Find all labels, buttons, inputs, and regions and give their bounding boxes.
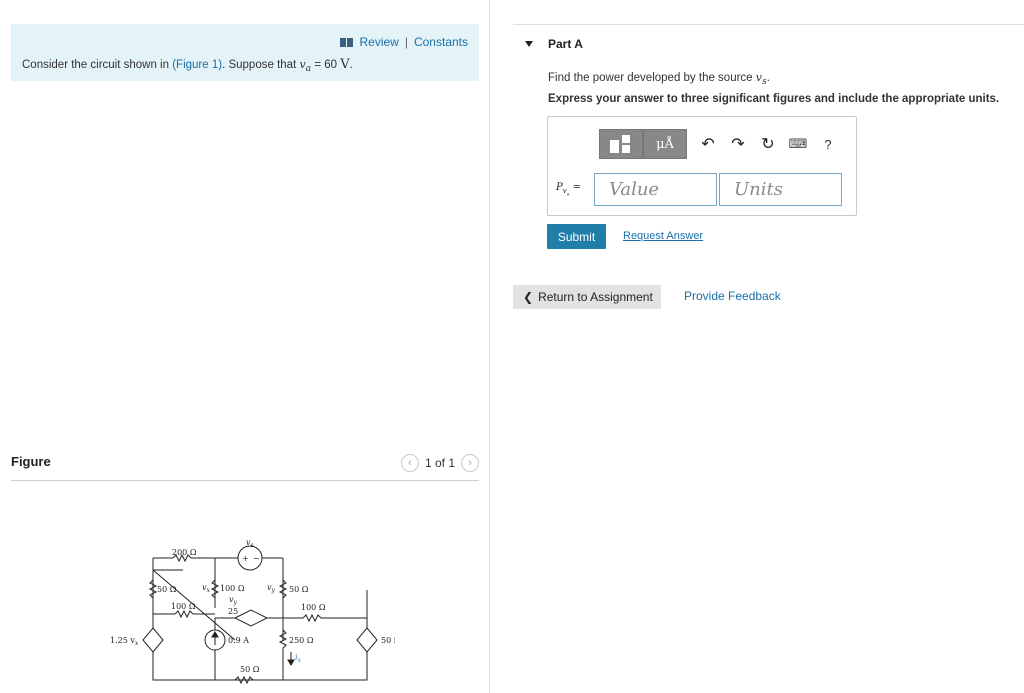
intro-box: Review | Constants Consider the circuit … [11, 24, 479, 81]
label-r100-right: 100 Ω [301, 603, 326, 612]
label-r100-mid: 100 Ω [220, 584, 245, 593]
keyboard-icon[interactable]: ⌨ [783, 129, 813, 159]
figure-link[interactable]: (Figure 1) [172, 59, 222, 71]
label-r250: 250 Ω [289, 636, 314, 645]
units-input[interactable]: Units [719, 173, 842, 206]
source-unit: V [340, 57, 350, 72]
book-icon [340, 37, 354, 47]
figure-pager: ‹ 1 of 1 › [400, 454, 479, 472]
provide-feedback-link[interactable]: Provide Feedback [684, 289, 781, 303]
question-prefix: Find the power developed by the source [548, 72, 753, 84]
chevron-left-icon: ❮ [523, 290, 534, 304]
collapse-triangle-icon[interactable] [525, 41, 533, 47]
label-r50-right: 50 Ω [289, 585, 309, 594]
label-vy-frac: vy [229, 595, 238, 606]
label-vs-plus: + [242, 554, 249, 563]
intro-mid: . Suppose that [222, 59, 297, 71]
constants-link[interactable]: Constants [414, 35, 468, 49]
source-variable: va [299, 58, 312, 75]
intro-end: . [349, 59, 353, 71]
label-vs: vs [246, 538, 254, 549]
label-r100-left: 100 Ω [171, 602, 196, 611]
pager-text: 1 of 1 [424, 456, 455, 470]
part-title: Part A [548, 37, 583, 51]
answer-panel: Part A Find the power developed by the s… [513, 0, 1024, 693]
label-r50-bottom: 50 Ω [240, 665, 260, 674]
label-r50-left: 50 Ω [157, 585, 177, 594]
label-frac-den: 25 [228, 607, 238, 616]
figure-title: Figure [11, 454, 51, 469]
label-current-src: 0.9 A [228, 636, 249, 645]
answer-toolbar: μÅ ↶ ↷ ↻ ⌨ ? [599, 129, 843, 159]
circuit-diagram: 200 Ω vs + − 50 Ω vx 100 Ω vy 25 vy 50 Ω… [110, 538, 395, 685]
chevron-right-icon[interactable]: › [461, 454, 479, 472]
intro-text: Consider the circuit shown in (Figure 1)… [22, 57, 353, 74]
answer-row: Pvs = Value Units [556, 173, 844, 206]
return-label: Return to Assignment [538, 290, 653, 304]
question-text: Find the power developed by the source v… [548, 71, 770, 87]
label-vx: vx [202, 583, 211, 594]
separator: | [404, 35, 408, 49]
answer-box: μÅ ↶ ↷ ↻ ⌨ ? Pvs = Value Units [547, 116, 857, 216]
part-header[interactable]: Part A [513, 24, 1024, 60]
label-r200: 200 Ω [172, 548, 197, 557]
label-vs-minus: − [253, 554, 260, 563]
intro-prefix: Consider the circuit shown in [22, 59, 170, 71]
answer-label: Pvs = [556, 181, 581, 198]
label-ix: ix [295, 653, 302, 664]
review-link[interactable]: Review [359, 35, 398, 49]
units-button[interactable]: μÅ [643, 129, 687, 159]
help-button[interactable]: ? [813, 129, 843, 159]
request-answer-link[interactable]: Request Answer [623, 230, 703, 242]
label-vy: vy [267, 583, 276, 594]
chevron-left-icon[interactable]: ‹ [400, 454, 419, 472]
problem-panel: Review | Constants Consider the circuit … [0, 0, 490, 693]
question-end: . [766, 72, 770, 84]
return-to-assignment-button[interactable]: ❮ Return to Assignment [513, 285, 661, 309]
label-dep-left: 1.25 vx [110, 636, 139, 647]
question-variable: vs [755, 71, 767, 88]
template-icon[interactable] [599, 129, 643, 159]
label-dep-right: 50 ix [381, 636, 395, 647]
undo-icon[interactable]: ↶ [693, 129, 723, 159]
redo-icon[interactable]: ↷ [723, 129, 753, 159]
value-input[interactable]: Value [594, 173, 717, 206]
page: Review | Constants Consider the circuit … [0, 0, 1024, 693]
source-value: = 60 [314, 59, 338, 71]
submit-button[interactable]: Submit [547, 224, 606, 249]
instruction-text: Express your answer to three significant… [548, 93, 1000, 105]
review-links: Review | Constants [340, 35, 468, 49]
figure-header: Figure ‹ 1 of 1 › [11, 451, 479, 481]
reset-icon[interactable]: ↻ [753, 129, 783, 159]
